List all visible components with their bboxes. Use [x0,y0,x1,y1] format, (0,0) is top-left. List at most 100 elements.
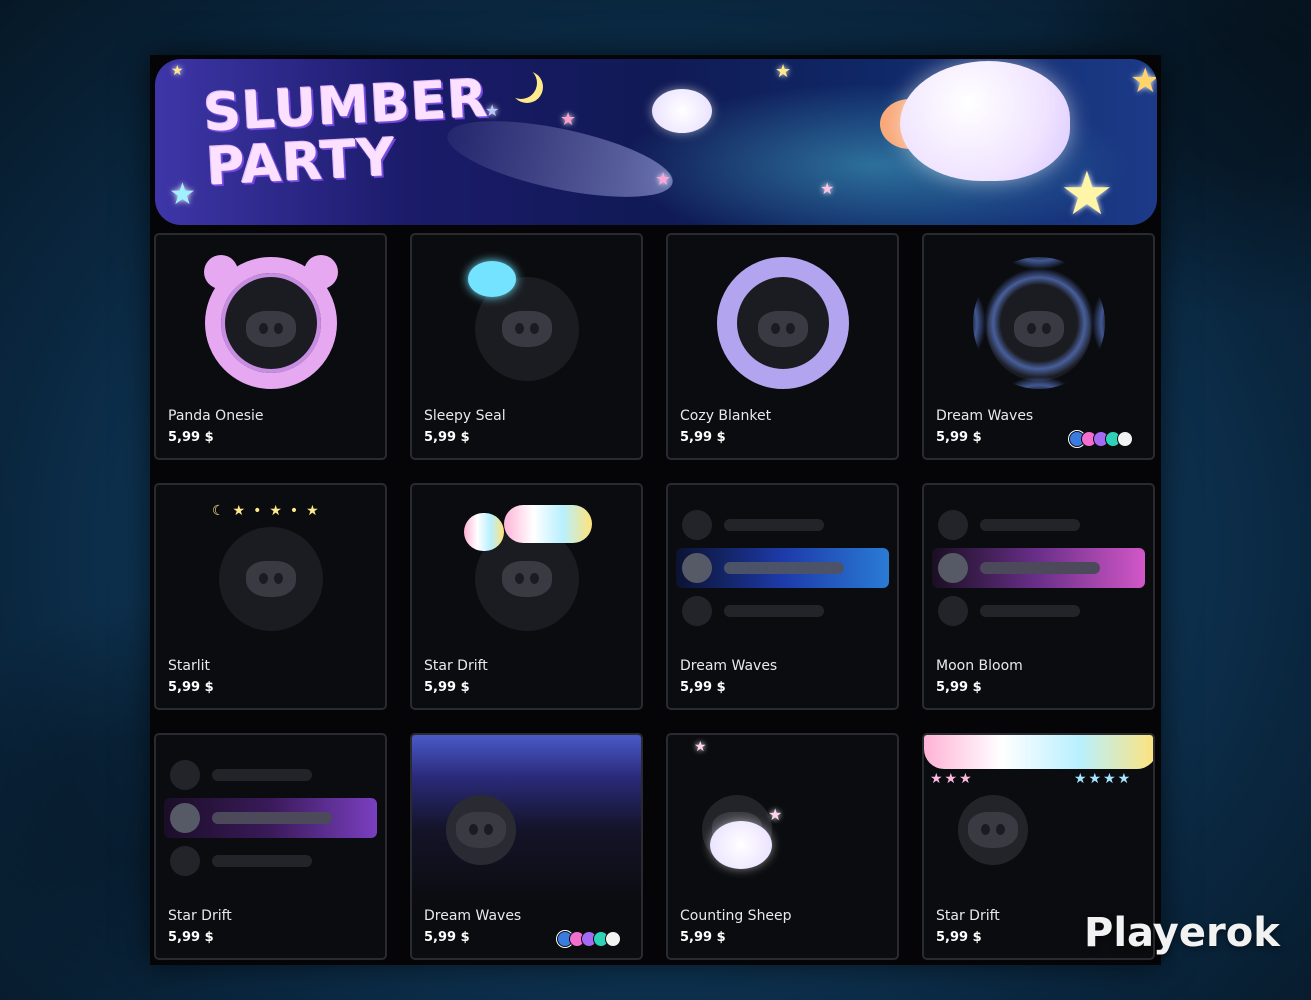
product-price: 5,99 $ [936,430,982,445]
product-name: Starlit [168,658,210,674]
member-row [676,591,889,631]
item-preview: ★ ★ [668,735,897,905]
banner-title-line2: PARTY [204,127,398,198]
color-swatch[interactable] [605,931,621,947]
member-row [164,841,377,881]
product-price: 5,99 $ [424,680,470,695]
product-card[interactable]: Star Drift 5,99 $ [154,733,387,960]
product-price: 5,99 $ [168,930,214,945]
sheep-effect [710,821,772,869]
product-name: Counting Sheep [680,908,792,924]
seal-decoration [468,261,516,297]
product-name: Star Drift [424,658,488,674]
nameplate-preview [164,798,377,838]
avatar [938,596,968,626]
product-name: Cozy Blanket [680,408,772,424]
color-variant-swatches[interactable] [557,931,631,947]
member-list-preview [932,485,1145,655]
product-price: 5,99 $ [168,430,214,445]
product-name: Star Drift [936,908,1000,924]
member-row [676,505,889,545]
name-placeholder [980,605,1080,617]
color-swatch[interactable] [1117,431,1133,447]
product-price: 5,99 $ [936,680,982,695]
product-card[interactable]: ★ ★ Counting Sheep 5,99 $ [666,733,899,960]
small-sheep-illustration [652,89,712,133]
product-name: Dream Waves [936,408,1034,424]
discord-logo-icon [501,561,552,597]
cloud-decoration [504,505,592,543]
name-placeholder [212,855,312,867]
star-icon: ★ [560,109,577,130]
product-name: Dream Waves [680,658,778,674]
color-variant-swatches[interactable] [1069,431,1143,447]
avatar [682,553,712,583]
item-preview: ★★★ ★★★★ [924,735,1153,905]
banner-title: SLUMBER PARTY [202,69,490,198]
product-name: Moon Bloom [936,658,1023,674]
discord-logo-icon [455,812,506,848]
product-price: 5,99 $ [936,930,982,945]
shop-panel: ★ ★ ★ ★ ★ ★ ★ ★ ★ SLUMBER PARTY Panda On… [150,55,1161,965]
product-price: 5,99 $ [424,430,470,445]
product-price: 5,99 $ [424,930,470,945]
panda-hood-decoration [204,257,337,389]
avatar [218,527,323,631]
name-placeholder [212,769,312,781]
item-preview [412,735,641,905]
star-icon: ★ [171,63,184,79]
product-card[interactable]: Star Drift 5,99 $ [410,483,643,710]
star-icon: ★ [1130,61,1157,101]
avatar [682,596,712,626]
star-icon: ★ [775,61,792,82]
discord-logo-icon [245,561,296,597]
blanket-decoration [716,257,849,389]
product-price: 5,99 $ [680,430,726,445]
avatar [170,803,200,833]
avatar [170,846,200,876]
rainbow-cloud-effect [924,735,1153,769]
item-preview [156,235,385,405]
product-price: 5,99 $ [680,680,726,695]
avatar [445,795,516,865]
avatar [938,510,968,540]
item-preview [924,485,1153,655]
item-preview [412,485,641,655]
item-preview [924,235,1153,405]
member-row [164,755,377,795]
avatar [682,510,712,540]
avatar [170,760,200,790]
collection-banner: ★ ★ ★ ★ ★ ★ ★ ★ ★ SLUMBER PARTY [155,59,1157,225]
product-card[interactable]: Panda Onesie 5,99 $ [154,233,387,460]
product-name: Star Drift [168,908,232,924]
product-price: 5,99 $ [168,680,214,695]
product-card[interactable]: ☾★•★•★ Starlit 5,99 $ [154,483,387,710]
discord-logo-icon [967,812,1018,848]
product-price: 5,99 $ [680,930,726,945]
member-list-preview [164,735,377,905]
big-sheep-illustration [900,61,1070,181]
star-crown-decoration: ☾★•★•★ [212,503,327,519]
product-name: Sleepy Seal [424,408,506,424]
product-card[interactable]: Dream Waves 5,99 $ [666,483,899,710]
name-placeholder [724,519,824,531]
moon-icon [505,67,537,99]
product-card[interactable]: Cozy Blanket 5,99 $ [666,233,899,460]
item-preview [412,235,641,405]
name-placeholder [212,812,332,824]
product-name: Panda Onesie [168,408,264,424]
product-name: Dream Waves [424,908,522,924]
product-card[interactable]: Sleepy Seal 5,99 $ [410,233,643,460]
star-icon: ★ [694,739,707,755]
member-row [932,505,1145,545]
avatar [938,553,968,583]
name-placeholder [724,605,824,617]
product-card[interactable]: Dream Waves 5,99 $ [922,233,1155,460]
name-placeholder [980,562,1100,574]
member-row [932,591,1145,631]
discord-logo-icon [501,311,552,347]
product-card[interactable]: Dream Waves 5,99 $ [410,733,643,960]
nameplate-preview [932,548,1145,588]
star-string-effect: ★★★★ [1074,771,1133,787]
product-card[interactable]: Moon Bloom 5,99 $ [922,483,1155,710]
